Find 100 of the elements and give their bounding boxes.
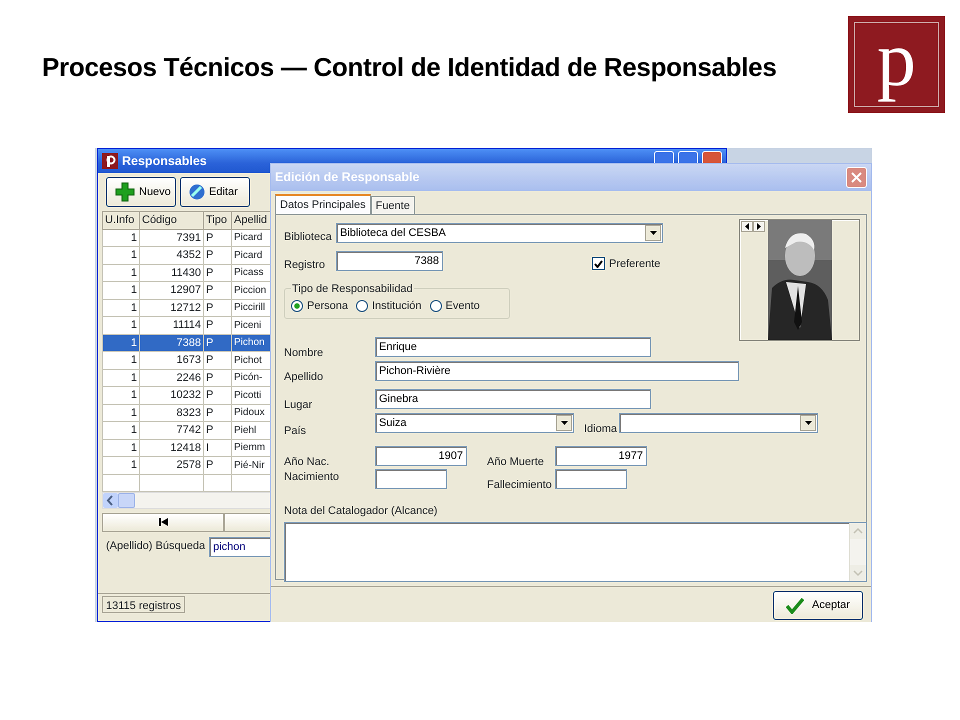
table-cell: 1: [102, 404, 140, 422]
column-header[interactable]: Código: [140, 212, 204, 229]
dropdown-field[interactable]: Suiza: [375, 413, 574, 433]
close-button[interactable]: [846, 167, 867, 188]
table-cell: 7388: [140, 334, 204, 352]
field-label: País: [284, 424, 308, 438]
text-area[interactable]: [284, 522, 867, 582]
accept-button[interactable]: Aceptar: [773, 591, 863, 620]
table-cell: 12907: [140, 282, 204, 299]
table-row[interactable]: 1 7388 P Pichon: [102, 334, 274, 352]
input-field[interactable]: 1977: [555, 446, 647, 466]
tab[interactable]: Fuente: [370, 196, 415, 214]
first-record-icon: [158, 518, 168, 526]
table-cell: 4352: [140, 246, 204, 264]
table-cell: 1: [102, 352, 140, 369]
status-bar: 13115 registros: [102, 596, 186, 613]
input-field[interactable]: 7388: [336, 251, 443, 271]
search-label: (Apellido) Búsqueda: [106, 539, 206, 554]
field-label: Año Nac.: [284, 454, 330, 470]
table-cell: 2246: [140, 369, 204, 386]
table-cell: P: [204, 316, 232, 334]
table-cell: 1: [102, 229, 140, 246]
table-cell: 10232: [140, 386, 204, 404]
table-cell: 1: [102, 282, 140, 299]
table-cell: P: [204, 352, 232, 369]
table-cell: P: [204, 334, 232, 352]
table-cell: 1: [102, 422, 140, 439]
caret-icon[interactable]: [645, 225, 661, 241]
table-cell: 12418: [140, 439, 204, 456]
table-cell: P: [204, 404, 232, 422]
field-label: Idioma: [584, 422, 618, 436]
table-cell: 1: [102, 246, 140, 264]
table-cell: P: [204, 229, 232, 246]
input-field[interactable]: Ginebra: [375, 389, 651, 409]
table-cell: 1: [102, 369, 140, 386]
field-label: Nombre: [284, 346, 324, 360]
table-cell: P: [204, 422, 232, 439]
table-cell: 8323: [140, 404, 204, 422]
radio-button[interactable]: [356, 300, 368, 312]
radio-label: Evento: [446, 299, 480, 314]
checkbox-label: Preferente: [609, 256, 660, 272]
table-cell: 1: [102, 264, 140, 282]
first-record-button[interactable]: [102, 512, 224, 532]
table-cell: P: [204, 246, 232, 264]
field-label: Biblioteca: [284, 230, 333, 244]
table-cell: P: [204, 386, 232, 404]
table-cell: 11430: [140, 264, 204, 282]
dialog-title: Edición de Responsable: [275, 169, 420, 186]
radio-label: Persona: [307, 299, 348, 314]
field-label: Nacimiento: [284, 470, 340, 484]
table-cell: P: [204, 299, 232, 316]
scroll-up-icon[interactable]: [850, 522, 866, 538]
close-icon: [851, 172, 862, 183]
input-field[interactable]: [555, 469, 627, 489]
table-cell: 1: [102, 299, 140, 316]
toolbar-button[interactable]: Editar: [180, 177, 250, 207]
radio-button[interactable]: [291, 300, 303, 312]
plus-icon: [115, 182, 135, 202]
table-cell: P: [204, 264, 232, 282]
logo: p: [848, 16, 945, 113]
scroll-left-icon[interactable]: [103, 492, 118, 508]
field-label: Registro: [284, 258, 326, 272]
input-field[interactable]: Enrique: [375, 337, 651, 357]
dropdown-field[interactable]: Biblioteca del CESBA: [336, 223, 663, 243]
slide-title: Procesos Técnicos — Control de Identidad de Responsables: [42, 51, 776, 84]
table-cell: P: [204, 456, 232, 474]
table-cell: I: [204, 439, 232, 456]
input-field[interactable]: [375, 469, 447, 489]
field-label: Apellido: [284, 370, 324, 384]
edit-icon: [189, 184, 205, 200]
column-header[interactable]: U.Info: [102, 212, 140, 229]
field-label: Año Muerte: [487, 454, 545, 470]
table-cell: 1: [102, 334, 140, 352]
table-cell: 7391: [140, 229, 204, 246]
table-cell: 2578: [140, 456, 204, 474]
table-cell: P: [204, 282, 232, 299]
field-label: Nota del Catalogador (Alcance): [284, 504, 438, 519]
table-cell: 1673: [140, 352, 204, 369]
field-label: Lugar: [284, 398, 314, 412]
radio-button[interactable]: [430, 300, 442, 312]
table-cell: 1: [102, 386, 140, 404]
scrollbar[interactable]: [849, 522, 866, 580]
caret-icon[interactable]: [556, 415, 572, 431]
toolbar-button[interactable]: Nuevo: [106, 177, 176, 207]
table-cell: 11114: [140, 316, 204, 334]
input-field[interactable]: Pichon-Rivière: [375, 361, 739, 381]
radio-label: Institución: [372, 299, 422, 314]
field-label: Fallecimiento: [487, 478, 553, 492]
checkbox[interactable]: [592, 257, 605, 270]
tab[interactable]: Datos Principales: [275, 194, 371, 214]
group-box-title: Tipo de Responsabilidad: [291, 281, 414, 298]
table-cell: 1: [102, 456, 140, 474]
dropdown-field[interactable]: [619, 413, 818, 433]
input-field[interactable]: 1907: [375, 446, 467, 466]
app-icon: [102, 153, 118, 169]
table-cell: 1: [102, 316, 140, 334]
column-header[interactable]: Tipo: [204, 212, 232, 229]
scroll-thumb[interactable]: [118, 492, 135, 508]
table-cell: 12712: [140, 299, 204, 316]
caret-icon[interactable]: [800, 415, 816, 431]
